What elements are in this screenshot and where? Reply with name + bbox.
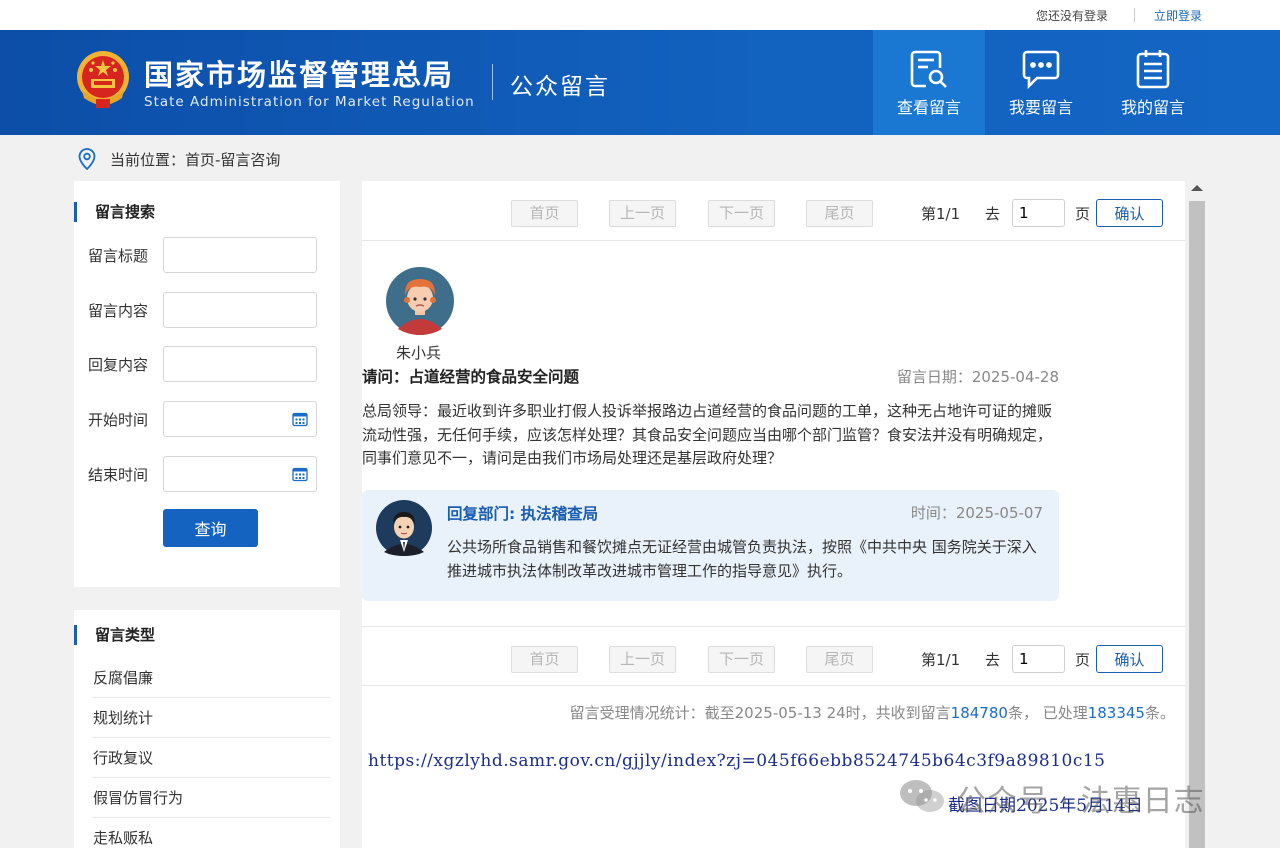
- message-date: 留言日期：2025-04-28: [896, 368, 1059, 386]
- nav-view-messages[interactable]: 查看留言: [873, 30, 985, 135]
- search-panel: 留言搜索 留言标题 留言内容 回复内容 开始时间 结束时间 查询: [74, 181, 340, 587]
- type-item-admin-review[interactable]: 行政复议: [93, 738, 330, 778]
- vertical-scrollbar[interactable]: [1186, 181, 1208, 848]
- content-label: 留言内容: [88, 302, 149, 320]
- page-confirm-button[interactable]: 确认: [1096, 645, 1163, 673]
- scrollbar-thumb[interactable]: [1189, 201, 1205, 848]
- content-input[interactable]: [163, 292, 317, 328]
- page-unit-label: 页: [1075, 205, 1091, 223]
- goto-label: 去: [985, 651, 1001, 669]
- next-page-button[interactable]: 下一页: [708, 646, 775, 673]
- search-panel-title: 留言搜索: [74, 202, 155, 222]
- goto-label: 去: [985, 205, 1001, 223]
- nav-my-messages[interactable]: 我的留言: [1097, 30, 1209, 135]
- reply-department: 回复部门: 执法稽查局: [447, 505, 599, 523]
- first-page-button[interactable]: 首页: [511, 646, 578, 673]
- query-button[interactable]: 查询: [163, 509, 258, 547]
- header-divider: [492, 64, 493, 100]
- view-messages-icon: [910, 50, 947, 88]
- first-page-button[interactable]: 首页: [511, 200, 578, 227]
- reply-avatar: [376, 500, 432, 556]
- message-title[interactable]: 请问：占道经营的食品安全问题: [362, 365, 579, 387]
- login-link[interactable]: 立即登录: [1154, 7, 1202, 24]
- message-type-panel: 留言类型 反腐倡廉 规划统计 行政复议 假冒仿冒行为 走私贩私: [74, 610, 340, 848]
- stats-prefix: 留言受理情况统计：截至2025-05-13 24时，共收到留言: [569, 704, 951, 722]
- stats-received-count: 184780: [950, 704, 1008, 722]
- user-name: 朱小兵: [396, 344, 442, 362]
- calendar-icon[interactable]: [292, 466, 308, 482]
- section-title: 公众留言: [510, 74, 610, 100]
- wechat-icon: [900, 780, 944, 812]
- page-info: 第1/1: [921, 205, 961, 223]
- type-item-counterfeit[interactable]: 假冒仿冒行为: [93, 778, 330, 818]
- source-url-annotation: https://xgzlyhd.samr.gov.cn/gjjly/index?…: [368, 751, 1106, 771]
- reply-content-input[interactable]: [163, 346, 317, 382]
- chat-bubble-icon: [1022, 50, 1060, 90]
- login-status-text: 您还没有登录: [1036, 9, 1109, 23]
- breadcrumb-text: 当前位置：首页-留言咨询: [110, 151, 281, 169]
- location-pin-icon: [78, 148, 96, 170]
- site-name-cn: 国家市场监督管理总局: [144, 58, 455, 92]
- statistics-line: 留言受理情况统计：截至2025-05-13 24时，共收到留言184780条， …: [570, 702, 1175, 723]
- type-item-planning-statistics[interactable]: 规划统计: [93, 698, 330, 738]
- reply-body: 公共场所食品销售和餐饮摊点无证经营由城管负责执法，按照《中共中央 国务院关于深入…: [447, 538, 1037, 580]
- type-item-anticorruption[interactable]: 反腐倡廉: [93, 658, 330, 698]
- clipboard-list-icon: [1136, 50, 1170, 89]
- nav-label: 我要留言: [1008, 98, 1073, 117]
- watermark-text: 公众号 · 法惠日志: [956, 784, 1205, 819]
- stats-mid: 条， 已处理: [1007, 704, 1088, 722]
- last-page-button[interactable]: 尾页: [806, 200, 873, 227]
- message-list-panel: 首页 上一页 下一页 尾页 第1/1 去 页 确认 朱小兵 请问：占道经营的食品…: [362, 181, 1185, 848]
- scroll-up-arrow-icon[interactable]: [1191, 185, 1203, 191]
- page-confirm-button[interactable]: 确认: [1096, 199, 1163, 227]
- national-emblem-icon: [77, 51, 129, 108]
- topbar-divider: [1134, 8, 1135, 22]
- site-header: 国家市场监督管理总局 State Administration for Mark…: [0, 30, 1280, 135]
- nav-label: 查看留言: [896, 98, 961, 117]
- type-panel-title: 留言类型: [74, 625, 155, 645]
- reply-content-label: 回复内容: [88, 356, 149, 374]
- site-name-en: State Administration for Market Regulati…: [144, 94, 475, 110]
- page-number-input[interactable]: [1012, 645, 1065, 673]
- user-avatar: [386, 267, 454, 335]
- prev-page-button[interactable]: 上一页: [609, 646, 676, 673]
- last-page-button[interactable]: 尾页: [806, 646, 873, 673]
- message-body: 总局领导：最近收到许多职业打假人投诉举报路边占道经营的食品问题的工单，这种无占地…: [362, 402, 1053, 467]
- title-input[interactable]: [163, 237, 317, 273]
- calendar-icon[interactable]: [292, 411, 308, 427]
- next-page-button[interactable]: 下一页: [708, 200, 775, 227]
- nav-label: 我的留言: [1120, 98, 1185, 117]
- title-label: 留言标题: [88, 247, 149, 265]
- top-bar: 您还没有登录 立即登录: [0, 0, 1280, 30]
- page-number-input[interactable]: [1012, 199, 1065, 227]
- end-date-label: 结束时间: [88, 466, 149, 484]
- nav-leave-message[interactable]: 我要留言: [985, 30, 1097, 135]
- page-info: 第1/1: [921, 651, 961, 669]
- page-unit-label: 页: [1075, 651, 1091, 669]
- pagination-top: 首页 上一页 下一页 尾页 第1/1 去 页 确认: [362, 181, 1185, 241]
- stats-processed-count: 183345: [1087, 704, 1145, 722]
- stats-suffix: 条。: [1144, 704, 1175, 722]
- reply-box: 回复部门: 执法稽查局 时间：2025-05-07 公共场所食品销售和餐饮摊点无…: [362, 490, 1059, 601]
- prev-page-button[interactable]: 上一页: [609, 200, 676, 227]
- type-item-smuggling[interactable]: 走私贩私: [93, 818, 330, 848]
- reply-time: 时间：2025-05-07: [910, 504, 1043, 522]
- pagination-bottom: 首页 上一页 下一页 尾页 第1/1 去 页 确认: [362, 626, 1185, 686]
- start-date-label: 开始时间: [88, 411, 149, 429]
